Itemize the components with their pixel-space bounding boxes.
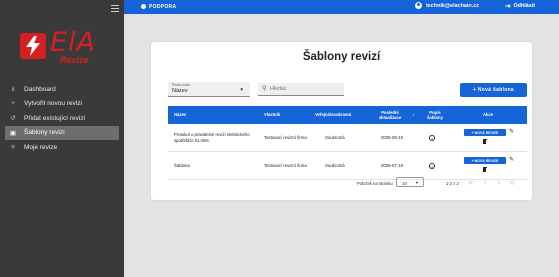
col-header-name[interactable]: Název [174,106,254,124]
edit-icon[interactable]: ✎ [509,128,514,135]
history-icon: ↺ [10,115,16,123]
sidebar-item-dashboard[interactable]: ıl Dashboard [0,82,124,97]
support-icon [141,4,146,9]
per-page-label: Položek na stránku: [357,181,394,186]
table-row: Protokol o pravidelné revizi elektrickéh… [168,124,527,152]
sort-value: Název [172,88,188,94]
new-revision-button[interactable]: + NOVÁ REVIZE [464,157,506,164]
logout-label: Odhlásit [513,3,536,9]
col-header-visibility[interactable]: Veřejná/soukromá [315,106,370,124]
col-header-owner[interactable]: Vlastník [264,106,314,124]
chevron-down-icon: ▼ [415,180,419,185]
search-icon: ⚲ [262,86,267,92]
page-title: Šablony revizí [302,51,381,63]
col-header-desc: Popis šablony [427,109,443,120]
row-name: Protokol o pravidelné revizi elektrickéh… [174,132,250,143]
sidebar-item-label: Přidat existující revizi [24,114,86,122]
bar-chart-icon: ıl [11,85,15,93]
collapse-menu-icon[interactable] [111,5,119,12]
user-email: technik@elachain.cz [426,2,479,9]
new-template-button[interactable]: + Nová šablona [460,83,527,97]
account-icon [415,2,422,9]
sidebar-item-label: Šablony revizí [24,129,65,137]
next-page-icon[interactable]: > [498,180,501,185]
logo-subtitle: Revize [60,55,89,65]
logo: ElA Revize [20,27,100,67]
sort-arrow-icon[interactable]: ↓ [412,106,418,124]
list-icon: ≡ [11,143,15,151]
col-header-updated[interactable]: Poslední aktualizace [371,106,409,124]
row-visibility: Soukromá [325,135,345,141]
info-cell: i [426,152,438,180]
sidebar-item-label: Vytvořit novou revizi [24,100,82,108]
row-owner: Testovací revizní firma [264,163,307,169]
logout-icon: ⇥ [505,3,511,10]
search-box: ⚲ [258,83,344,96]
row-owner: Testovací revizní firma [264,135,307,141]
row-name: Šablona [174,163,190,169]
sidebar-nav: ıl Dashboard + Vytvořit novou revizi ↺ P… [0,82,124,155]
template-icon: ▣ [9,129,17,137]
sidebar-item-my-revisions[interactable]: ≡ Moje revize [0,140,124,155]
lightning-icon [20,33,46,59]
row-updated: 2025-09-15 [381,135,403,141]
support-label: PODPORA [149,3,177,10]
table-header: Název Vlastník Veřejná/soukromá Poslední… [168,106,527,124]
delete-icon[interactable] [482,167,487,172]
col-header-actions: Akce [482,112,493,118]
pagination: Položek na stránku: 10 ▼ 1-2 z 2 |< < > … [151,177,532,191]
sidebar-item-new-revision[interactable]: + Vytvořit novou revizi [0,97,124,112]
per-page-value: 10 [402,180,408,186]
app-window: ElA Revize ıl Dashboard + Vytvořit novou… [0,0,559,277]
info-cell: i [426,124,438,152]
main-content: Šablony revizí Řadit podle Název ▼ ⚲ + N… [124,14,559,277]
info-icon[interactable]: i [429,163,435,169]
new-revision-button[interactable]: + NOVÁ REVIZE [464,129,506,136]
logo-text: ElA [50,27,97,58]
info-icon[interactable]: i [429,135,435,141]
row-visibility: Soukromá [325,163,345,169]
sidebar-item-label: Moje revize [24,143,58,151]
page-range: 1-2 z 2 [446,181,459,186]
row-updated: 2025-07-16 [381,163,403,169]
last-page-icon[interactable]: >| [510,180,514,185]
first-page-icon[interactable]: |< [469,180,473,185]
sidebar-item-add-existing[interactable]: ↺ Přidat existující revizi [0,111,124,126]
table-row: Šablona Testovací revizní firma Soukromá… [168,152,527,180]
search-input[interactable] [270,85,340,93]
chevron-down-icon: ▼ [239,87,244,92]
delete-icon[interactable] [482,139,487,144]
top-bar: PODPORA technik@elachain.cz ⇥ Odhlásit [124,0,559,14]
sidebar-item-templates[interactable]: ▣ Šablony revizí [5,125,119,140]
sidebar: ElA Revize ıl Dashboard + Vytvořit novou… [0,0,124,277]
prev-page-icon[interactable]: < [484,180,487,185]
per-page-select[interactable]: 10 ▼ [396,177,424,187]
edit-icon[interactable]: ✎ [509,156,514,163]
plus-icon: + [11,100,15,108]
sort-select[interactable]: Řadit podle Název ▼ [168,82,250,97]
support-link[interactable]: PODPORA [141,4,176,10]
user-menu[interactable]: technik@elachain.cz [415,2,479,9]
sort-caption: Řadit podle [172,83,191,87]
sidebar-item-label: Dashboard [24,85,56,93]
templates-card: Šablony revizí Řadit podle Název ▼ ⚲ + N… [151,42,532,200]
logout-button[interactable]: ⇥ Odhlásit [505,2,535,10]
